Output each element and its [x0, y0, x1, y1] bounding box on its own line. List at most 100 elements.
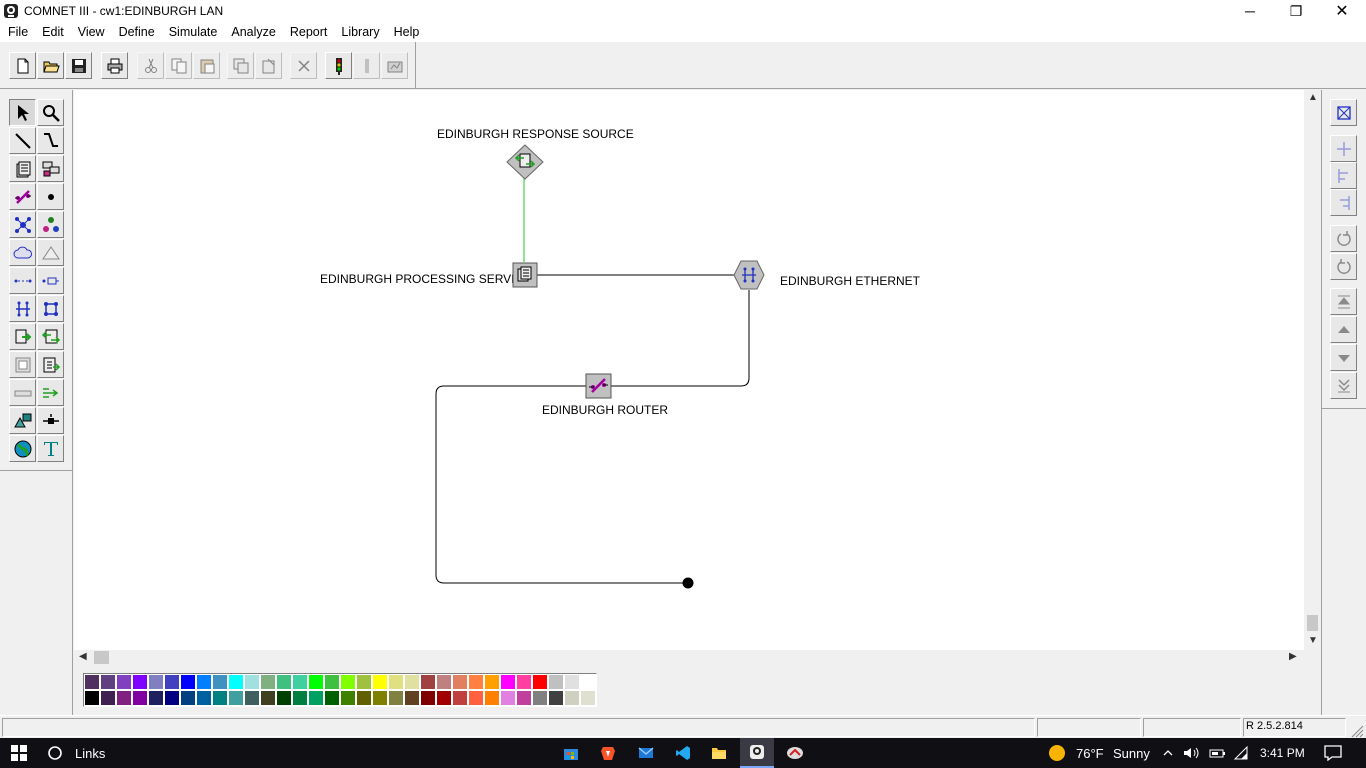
response-source-node[interactable]: [506, 144, 544, 180]
run-simulation-button[interactable]: [325, 52, 352, 79]
color-swatch[interactable]: [564, 690, 580, 706]
link-connector-tool[interactable]: [37, 267, 64, 294]
menu-analyze[interactable]: Analyze: [223, 22, 281, 42]
scroll-up-arrow-icon[interactable]: ▲: [1308, 92, 1318, 103]
traffic-source-tool[interactable]: [37, 379, 64, 406]
network-button[interactable]: [1231, 738, 1251, 768]
color-swatch[interactable]: [500, 674, 516, 690]
network-canvas[interactable]: EDINBURGH RESPONSE SOURCE EDINBURGH PROC…: [74, 90, 1304, 650]
router-node[interactable]: [585, 373, 612, 399]
processing-node-tool[interactable]: [9, 155, 36, 182]
align-center-button[interactable]: [1330, 135, 1357, 162]
power-button[interactable]: [1207, 738, 1227, 768]
taskbar-mail-app[interactable]: [635, 738, 657, 768]
color-swatch[interactable]: [148, 674, 164, 690]
color-swatch[interactable]: [244, 690, 260, 706]
align-left-button[interactable]: [1330, 162, 1357, 189]
color-swatch[interactable]: [516, 690, 532, 706]
align-right-button[interactable]: [1330, 189, 1357, 216]
color-swatch[interactable]: [580, 690, 596, 706]
select-tool[interactable]: [9, 99, 36, 126]
transit-net-tool[interactable]: [37, 239, 64, 266]
color-palette[interactable]: [83, 673, 597, 707]
color-swatch[interactable]: [180, 690, 196, 706]
color-swatch[interactable]: [116, 690, 132, 706]
wan-cloud-tool[interactable]: [9, 211, 36, 238]
color-swatch[interactable]: [500, 690, 516, 706]
color-swatch[interactable]: [436, 674, 452, 690]
rotate-left-button[interactable]: [1330, 253, 1357, 280]
maximize-button[interactable]: ❐: [1273, 0, 1319, 22]
color-swatch[interactable]: [308, 690, 324, 706]
color-swatch[interactable]: [436, 690, 452, 706]
horizontal-scroll-thumb[interactable]: [94, 651, 109, 664]
delete-button[interactable]: [290, 52, 317, 79]
menu-simulate[interactable]: Simulate: [161, 22, 224, 42]
menu-report[interactable]: Report: [282, 22, 334, 42]
open-button[interactable]: [37, 52, 64, 79]
vertical-scroll-thumb[interactable]: [1307, 615, 1318, 631]
color-swatch[interactable]: [84, 690, 100, 706]
volume-button[interactable]: [1182, 738, 1202, 768]
shapes-tool[interactable]: [9, 407, 36, 434]
color-swatch[interactable]: [196, 690, 212, 706]
color-swatch[interactable]: [276, 690, 292, 706]
color-swatch[interactable]: [484, 674, 500, 690]
search-button[interactable]: [44, 738, 66, 768]
router-tool[interactable]: [9, 183, 36, 210]
taskbar-remote-app[interactable]: [783, 738, 807, 768]
weather-widget[interactable]: [1046, 738, 1068, 768]
color-swatch[interactable]: [564, 674, 580, 690]
rotate-right-button[interactable]: [1330, 225, 1357, 252]
computer-group-tool[interactable]: [37, 155, 64, 182]
color-swatch[interactable]: [148, 690, 164, 706]
color-swatch[interactable]: [212, 674, 228, 690]
layout-button[interactable]: [1330, 99, 1357, 126]
color-swatch[interactable]: [228, 674, 244, 690]
wire-endpoint-dot[interactable]: [682, 577, 694, 589]
color-swatch[interactable]: [404, 674, 420, 690]
tray-overflow-button[interactable]: [1160, 738, 1176, 768]
menu-help[interactable]: Help: [386, 22, 426, 42]
color-swatch[interactable]: [372, 674, 388, 690]
vertical-scrollbar[interactable]: ▲ ▼: [1304, 90, 1321, 650]
taskbar-brave-app[interactable]: [597, 738, 619, 768]
save-button[interactable]: [65, 52, 92, 79]
point-tool[interactable]: [37, 183, 64, 210]
weather-condition[interactable]: Sunny: [1113, 738, 1150, 768]
color-swatch[interactable]: [260, 674, 276, 690]
color-swatch[interactable]: [388, 690, 404, 706]
menu-view[interactable]: View: [70, 22, 111, 42]
text-tool[interactable]: [37, 435, 64, 462]
ring-link-tool[interactable]: [37, 295, 64, 322]
zoom-tool[interactable]: [37, 99, 64, 126]
color-swatch[interactable]: [548, 690, 564, 706]
color-swatch[interactable]: [356, 674, 372, 690]
color-swatch[interactable]: [340, 690, 356, 706]
taskbar-comnet-app[interactable]: [740, 738, 774, 768]
start-button[interactable]: [6, 738, 32, 768]
point-to-point-tool[interactable]: [9, 267, 36, 294]
taskbar-explorer-app[interactable]: [708, 738, 730, 768]
color-swatch[interactable]: [372, 690, 388, 706]
animate-button[interactable]: [381, 52, 408, 79]
color-swatch[interactable]: [452, 674, 468, 690]
color-swatch[interactable]: [116, 674, 132, 690]
call-source-tool[interactable]: [37, 351, 64, 378]
resize-grip-icon[interactable]: [1350, 724, 1364, 738]
csma-link-tool[interactable]: [9, 295, 36, 322]
new-file-button[interactable]: [9, 52, 36, 79]
move-up-button[interactable]: [1330, 316, 1357, 343]
clock-time[interactable]: 3:41 PM: [1260, 738, 1305, 768]
menu-library[interactable]: Library: [333, 22, 385, 42]
color-swatch[interactable]: [260, 690, 276, 706]
scroll-left-arrow-icon[interactable]: ◀: [79, 651, 87, 662]
scroll-right-arrow-icon[interactable]: ▶: [1289, 651, 1297, 662]
color-swatch[interactable]: [212, 690, 228, 706]
color-swatch[interactable]: [484, 690, 500, 706]
message-source-tool[interactable]: [9, 323, 36, 350]
color-swatch[interactable]: [532, 674, 548, 690]
scroll-down-arrow-icon[interactable]: ▼: [1308, 635, 1318, 646]
paste-special-button[interactable]: [255, 52, 282, 79]
color-swatch[interactable]: [356, 690, 372, 706]
